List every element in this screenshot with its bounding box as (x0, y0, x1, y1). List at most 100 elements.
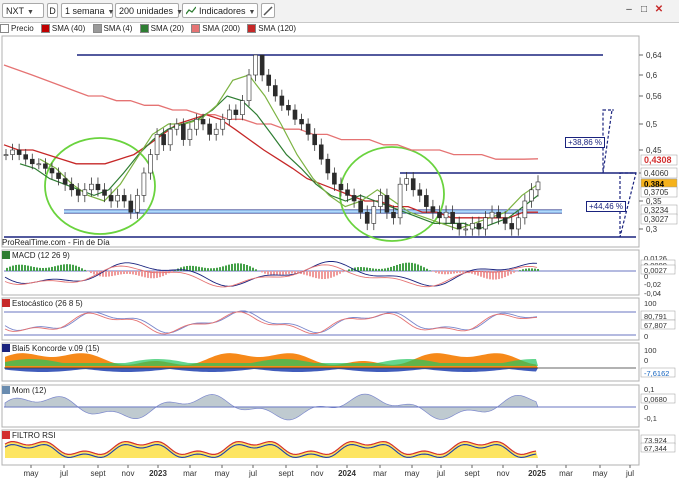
macd-bar (480, 271, 482, 277)
macd-bar (348, 269, 350, 271)
indicators-button[interactable]: Indicadores ▼ (182, 3, 258, 18)
macd-bar (219, 267, 221, 271)
panel-label: Blai5 Koncorde v.09 (15) (12, 344, 100, 353)
macd-bar (240, 263, 242, 271)
price-tag-label: 0,3027 (644, 215, 669, 224)
legend-item[interactable]: SMA (40) (40, 23, 85, 34)
candle-body (108, 195, 114, 202)
macd-bar (492, 271, 494, 280)
x-tick-label: sept (90, 469, 106, 478)
candle-body (345, 189, 350, 196)
candle-body (121, 195, 127, 202)
x-tick-label: mar (183, 469, 197, 478)
macd-bar (192, 265, 194, 271)
macd-bar (507, 271, 509, 276)
panel-tick-label: 100 (644, 299, 657, 308)
d-button[interactable]: D (47, 3, 58, 18)
panel-title-stoch[interactable]: Estocástico (26 8 5) (2, 299, 83, 308)
candle-body (325, 158, 331, 174)
macd-bar (399, 264, 401, 271)
candle-body (10, 149, 15, 155)
legend-item[interactable]: SMA (200) (191, 23, 240, 34)
x-tick-label: jul (436, 469, 445, 478)
candle-body (397, 183, 403, 219)
panel-label: FILTRO RSI (12, 431, 56, 440)
macd-bar (36, 267, 38, 271)
macd-bar (411, 262, 413, 271)
macd-bar (30, 266, 32, 271)
panel-tick-label: 0 (644, 403, 648, 412)
ticker-select[interactable]: NXT ▼ (2, 3, 44, 18)
panel-title-blai[interactable]: Blai5 Koncorde v.09 (15) (2, 344, 99, 353)
period-select[interactable]: 1 semana ▼ (61, 3, 114, 18)
candle-body (522, 200, 528, 219)
macd-bar (180, 267, 182, 271)
candle-body (489, 211, 495, 219)
units-select[interactable]: 200 unidades ▼ (115, 3, 183, 18)
macd-bar (171, 271, 173, 272)
y-tick-label: 0,35 (646, 197, 662, 206)
macd-bar (78, 266, 80, 271)
macd-bar (177, 268, 179, 271)
candle-body (115, 195, 120, 202)
panel-swatch (2, 299, 10, 307)
x-tick-label: may (214, 469, 229, 478)
stoch-k-line (4, 310, 538, 334)
maximize-icon[interactable]: □ (638, 4, 650, 16)
macd-bar (222, 266, 224, 271)
panel-value-tag (640, 434, 676, 445)
macd-bar (132, 271, 134, 275)
macd-bar (54, 266, 56, 271)
macd-bar (159, 271, 161, 278)
ticker-label: NXT (6, 6, 24, 16)
panel-tick-label: 0 (644, 272, 648, 281)
macd-bar (408, 262, 410, 271)
pct-annotation[interactable]: +44,46 % (586, 201, 627, 212)
macd-bar (525, 268, 527, 271)
candle-body (220, 119, 226, 130)
candle-body (476, 223, 482, 230)
macd-bar (291, 271, 293, 274)
candle-body (213, 128, 219, 135)
panel-title-mom[interactable]: Mom (12) (2, 386, 46, 395)
macd-bar (75, 265, 77, 271)
price-tag (640, 213, 678, 225)
sma-40-line (19, 95, 539, 230)
price-series (3, 54, 541, 236)
macd-bar (384, 268, 386, 271)
legend-item[interactable]: SMA (120) (247, 23, 296, 34)
macd-bar (189, 265, 191, 271)
draw-tool-button[interactable] (261, 3, 275, 18)
panel-title-rsi[interactable]: FILTRO RSI (2, 431, 55, 440)
legend-item[interactable]: SMA (20) (139, 23, 184, 34)
x-tick-label: may (404, 469, 419, 478)
panel-label: Mom (12) (12, 386, 47, 395)
minimize-icon[interactable]: – (623, 4, 635, 16)
macd-bar (234, 263, 236, 271)
candle-body (253, 54, 258, 76)
y-tick-label: 0,5 (646, 120, 658, 129)
x-tick-label: jul (625, 469, 634, 478)
candle-body (299, 119, 304, 125)
macd-bar (45, 267, 47, 271)
macd-bar (255, 269, 257, 271)
panel-value-tag (640, 367, 676, 378)
x-tick-label: sept (464, 469, 480, 478)
pct-annotation[interactable]: +38,86 % (565, 137, 606, 148)
legend-item[interactable]: Precio (0, 23, 34, 34)
macd-bar (405, 262, 407, 271)
candle-body (286, 105, 291, 111)
macd-bar (168, 271, 170, 274)
panel-swatch (2, 386, 10, 394)
macd-bar (108, 271, 110, 277)
macd-bar (495, 271, 497, 280)
candle-body (16, 149, 22, 155)
panel-title-macd[interactable]: MACD (12 26 9) (2, 251, 70, 260)
close-icon[interactable]: ✕ (653, 4, 665, 16)
y-tick-label: 0,45 (646, 146, 662, 155)
candle-body (49, 168, 55, 174)
legend-item[interactable]: SMA (4) (92, 23, 132, 34)
candle-body (207, 123, 212, 135)
macd-bar (261, 271, 263, 273)
macd-bar (270, 271, 272, 276)
